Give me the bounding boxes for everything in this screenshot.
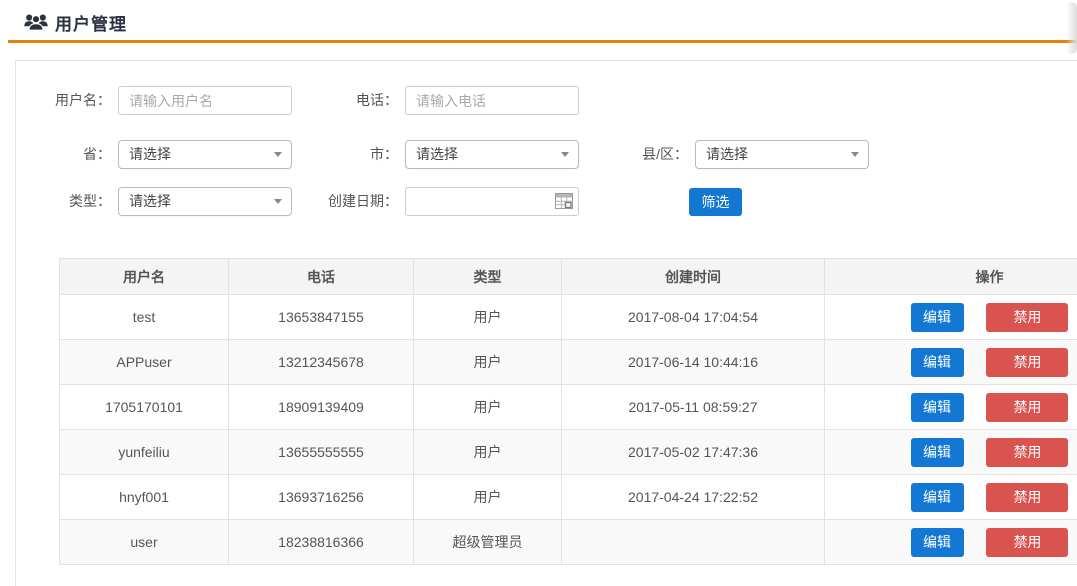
- cell-phone: 18238816366: [229, 520, 414, 565]
- column-header-actions: 操作: [825, 259, 1077, 295]
- county-label: 县/区：: [586, 140, 688, 169]
- disable-button[interactable]: 禁用: [986, 348, 1068, 377]
- edit-button[interactable]: 编辑: [911, 303, 964, 332]
- table-row: 1705170101 18909139409 用户 2017-05-11 08:…: [60, 385, 1077, 430]
- username-label: 用户名：: [16, 86, 111, 115]
- province-label: 省：: [16, 140, 111, 169]
- disable-button[interactable]: 禁用: [986, 393, 1068, 422]
- filter-button[interactable]: 筛选: [689, 188, 742, 216]
- disable-button[interactable]: 禁用: [986, 303, 1068, 332]
- create-date-label: 创建日期：: [296, 187, 398, 216]
- edit-button[interactable]: 编辑: [911, 393, 964, 422]
- table-row: hnyf001 13693716256 用户 2017-04-24 17:22:…: [60, 475, 1077, 520]
- cell-type: 用户: [414, 385, 562, 430]
- users-icon: [24, 13, 48, 32]
- cell-username: test: [60, 295, 229, 340]
- chevron-down-icon: [274, 199, 282, 204]
- cell-actions: 编辑 禁用: [825, 385, 1077, 430]
- type-select[interactable]: 请选择: [118, 187, 292, 216]
- cell-type: 用户: [414, 475, 562, 520]
- county-select[interactable]: 请选择: [695, 140, 869, 169]
- phone-label: 电话：: [296, 86, 398, 115]
- accent-divider: [8, 40, 1077, 43]
- chevron-down-icon: [561, 152, 569, 157]
- cell-username: user: [60, 520, 229, 565]
- cell-username: yunfeiliu: [60, 430, 229, 475]
- cell-type: 超级管理员: [414, 520, 562, 565]
- create-date-input[interactable]: [405, 187, 579, 216]
- county-select-value: 请选择: [706, 146, 748, 162]
- city-select[interactable]: 请选择: [405, 140, 579, 169]
- chevron-down-icon: [274, 152, 282, 157]
- cell-created: [562, 520, 825, 565]
- calendar-icon[interactable]: [555, 193, 573, 209]
- type-label: 类型：: [16, 187, 111, 216]
- content-panel: 用户名： 电话： 省： 请选择 市： 请选择 县/区： 请选择 类型： 请选择 …: [15, 60, 1077, 586]
- cell-username: APPuser: [60, 340, 229, 385]
- chevron-down-icon: [851, 152, 859, 157]
- cell-phone: 18909139409: [229, 385, 414, 430]
- page-header: 用户管理: [0, 0, 1077, 40]
- disable-button[interactable]: 禁用: [986, 438, 1068, 467]
- column-header-phone: 电话: [229, 259, 414, 295]
- user-table: 用户名 电话 类型 创建时间 操作 test 13653847155 用户 20…: [59, 258, 1077, 565]
- cell-phone: 13655555555: [229, 430, 414, 475]
- cell-username: hnyf001: [60, 475, 229, 520]
- cell-phone: 13693716256: [229, 475, 414, 520]
- edit-button[interactable]: 编辑: [911, 438, 964, 467]
- city-label: 市：: [296, 140, 398, 169]
- cell-phone: 13653847155: [229, 295, 414, 340]
- cell-phone: 13212345678: [229, 340, 414, 385]
- create-date-field: [405, 187, 579, 216]
- cell-created: 2017-05-02 17:47:36: [562, 430, 825, 475]
- table-row: test 13653847155 用户 2017-08-04 17:04:54 …: [60, 295, 1077, 340]
- edit-button[interactable]: 编辑: [911, 528, 964, 557]
- cell-actions: 编辑 禁用: [825, 340, 1077, 385]
- cell-actions: 编辑 禁用: [825, 295, 1077, 340]
- cell-type: 用户: [414, 340, 562, 385]
- cell-username: 1705170101: [60, 385, 229, 430]
- cell-created: 2017-05-11 08:59:27: [562, 385, 825, 430]
- column-header-type: 类型: [414, 259, 562, 295]
- cell-actions: 编辑 禁用: [825, 475, 1077, 520]
- column-header-created: 创建时间: [562, 259, 825, 295]
- column-header-username: 用户名: [60, 259, 229, 295]
- cell-actions: 编辑 禁用: [825, 520, 1077, 565]
- cell-actions: 编辑 禁用: [825, 430, 1077, 475]
- cell-created: 2017-04-24 17:22:52: [562, 475, 825, 520]
- page: 用户管理 用户名： 电话： 省： 请选择 市： 请选择 县/区： 请选择 类型：…: [0, 0, 1077, 586]
- table-row: APPuser 13212345678 用户 2017-06-14 10:44:…: [60, 340, 1077, 385]
- type-select-value: 请选择: [129, 193, 171, 209]
- cell-created: 2017-08-04 17:04:54: [562, 295, 825, 340]
- table-header-row: 用户名 电话 类型 创建时间 操作: [60, 259, 1077, 295]
- table-row: user 18238816366 超级管理员 编辑 禁用: [60, 520, 1077, 565]
- phone-input[interactable]: [405, 86, 579, 115]
- username-input[interactable]: [118, 86, 292, 115]
- edit-button[interactable]: 编辑: [911, 483, 964, 512]
- disable-button[interactable]: 禁用: [986, 483, 1068, 512]
- user-table-body: test 13653847155 用户 2017-08-04 17:04:54 …: [60, 295, 1077, 565]
- disable-button[interactable]: 禁用: [986, 528, 1068, 557]
- edit-button[interactable]: 编辑: [911, 348, 964, 377]
- cell-type: 用户: [414, 295, 562, 340]
- page-title: 用户管理: [55, 10, 127, 35]
- cell-type: 用户: [414, 430, 562, 475]
- scrollbar[interactable]: [1066, 2, 1077, 54]
- province-select-value: 请选择: [129, 146, 171, 162]
- table-row: yunfeiliu 13655555555 用户 2017-05-02 17:4…: [60, 430, 1077, 475]
- city-select-value: 请选择: [416, 146, 458, 162]
- cell-created: 2017-06-14 10:44:16: [562, 340, 825, 385]
- province-select[interactable]: 请选择: [118, 140, 292, 169]
